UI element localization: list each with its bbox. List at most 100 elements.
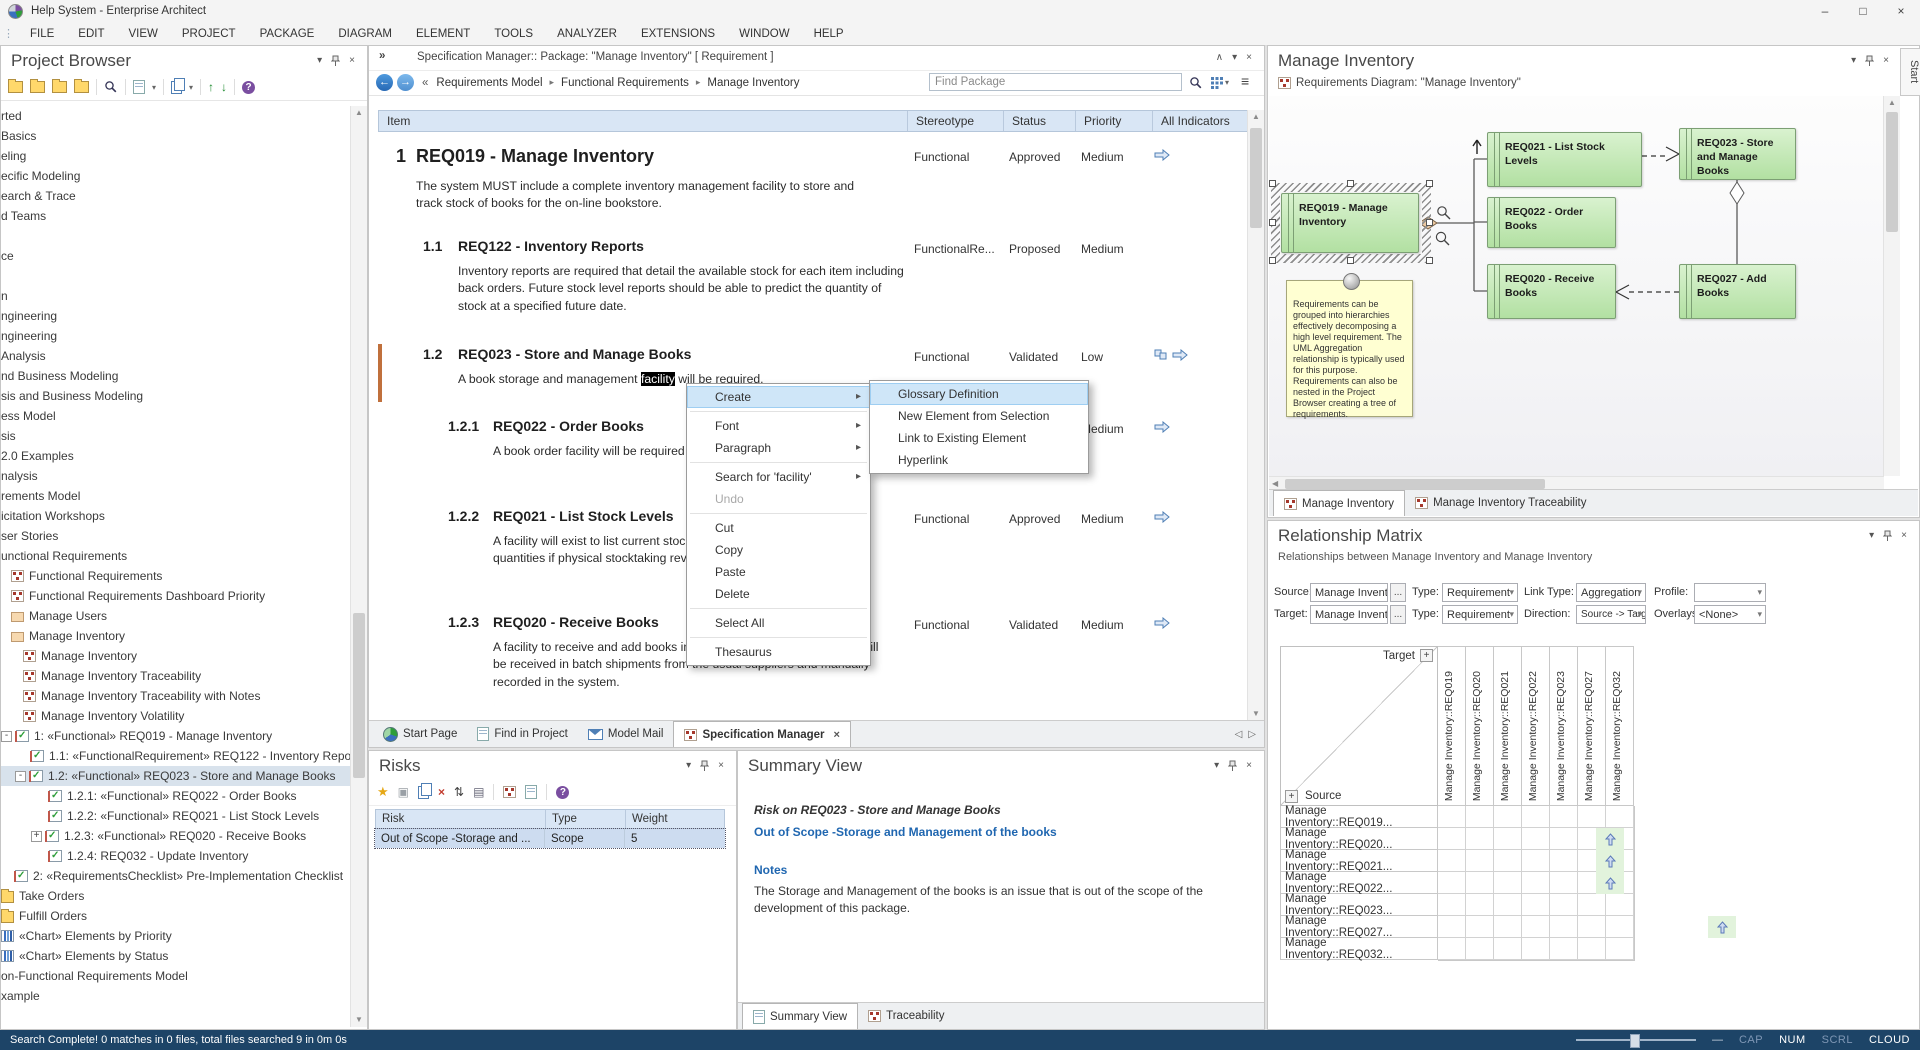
tab-close-icon[interactable]: ×	[834, 729, 840, 741]
new-risk-icon[interactable]: ★	[377, 784, 389, 800]
diagram-canvas[interactable]: REQ019 - Manage Inventory REQ021 - List S…	[1269, 96, 1888, 476]
spec-row[interactable]: 1 REQ019 - Manage Inventory The system M…	[378, 146, 1248, 246]
selection-handle[interactable]	[1347, 180, 1354, 187]
scroll-down-icon[interactable]: ▼	[351, 1013, 367, 1027]
view-options-caret-icon[interactable]: ▾	[1225, 78, 1229, 87]
panel-close-icon[interactable]: ×	[1901, 531, 1907, 541]
breadcrumb-root-icon[interactable]: «	[422, 77, 428, 89]
tree-item[interactable]: 1.2.1: «Functional» REQ022 - Order Books	[1, 786, 351, 806]
context-menu-item[interactable]	[687, 510, 870, 517]
context-menu-item[interactable]: Search for 'facility'	[687, 466, 870, 488]
tree-item[interactable]: rements Model	[1, 486, 351, 506]
tab-find-in-project[interactable]: Find in Project	[467, 721, 578, 747]
navigate-arrow-icon[interactable]	[1154, 149, 1170, 161]
requirement-box[interactable]: REQ019 - Manage Inventory	[1281, 193, 1419, 253]
tree-item[interactable]: ngineering	[1, 306, 351, 326]
spec-row-description[interactable]: Inventory reports are required that deta…	[458, 263, 913, 315]
context-menu-item[interactable]: Select All	[687, 612, 870, 634]
tree-item[interactable]	[1, 226, 351, 246]
matrix-column-header[interactable]: Manage Inventory::REQ032	[1606, 646, 1634, 806]
tree-item[interactable]: Functional Requirements	[1, 566, 351, 586]
overlays-select[interactable]: <None>	[1694, 605, 1766, 624]
tree-item[interactable]: nd Business Modeling	[1, 366, 351, 386]
tree-item[interactable]: Manage Inventory Traceability with Notes	[1, 686, 351, 706]
tree-item[interactable]: sis and Business Modeling	[1, 386, 351, 406]
source-browse-button[interactable]: ...	[1390, 583, 1406, 602]
scroll-up-icon[interactable]: ▲	[1248, 110, 1264, 124]
tree-expander[interactable]: +	[31, 831, 42, 842]
breadcrumb-item[interactable]: Requirements Model	[436, 77, 542, 89]
tree-item[interactable]: on-Functional Requirements Model	[1, 966, 351, 986]
breadcrumb-item[interactable]: Functional Requirements	[561, 77, 689, 89]
open-project-icon[interactable]	[30, 81, 45, 93]
nav-forward-button[interactable]: →	[397, 74, 414, 91]
context-menu-item[interactable]: Delete	[687, 583, 870, 605]
selection-handle[interactable]	[1347, 257, 1354, 264]
tab-specification-manager[interactable]: Specification Manager×	[673, 721, 851, 747]
type-column[interactable]: Type	[546, 810, 626, 828]
menu-item[interactable]: EXTENSIONS	[629, 28, 727, 40]
target-input[interactable]: Manage Inventory	[1310, 605, 1388, 624]
menu-item[interactable]: TOOLS	[482, 28, 545, 40]
spec-row-title[interactable]: REQ122 - Inventory Reports	[458, 238, 644, 254]
panel-close-icon[interactable]: ×	[1883, 56, 1889, 66]
tree-item[interactable]: 1.1: «FunctionalRequirement» REQ122 - In…	[1, 746, 351, 766]
requirement-box[interactable]: REQ020 - Receive Books	[1487, 264, 1616, 319]
tree-item[interactable]: Manage Inventory	[1, 626, 351, 646]
tabs-next-icon[interactable]: ▷	[1248, 729, 1256, 740]
scroll-up-icon[interactable]: ▲	[1884, 96, 1900, 110]
risk-row[interactable]: Out of Scope -Storage and ... Scope 5	[375, 829, 725, 848]
selection-handle[interactable]	[1269, 257, 1276, 264]
column-status[interactable]: Status	[1004, 111, 1076, 131]
requirement-box[interactable]: REQ021 - List Stock Levels	[1487, 132, 1642, 187]
spec-row-title[interactable]: REQ020 - Receive Books	[493, 614, 659, 630]
spec-row[interactable]: 1.1 REQ122 - Inventory Reports Inventory…	[378, 238, 1248, 338]
profile-select[interactable]	[1694, 583, 1766, 602]
menu-item[interactable]: EDIT	[66, 28, 116, 40]
context-menu-item[interactable]: Thesaurus	[687, 641, 870, 663]
matrix-column-header[interactable]: Manage Inventory::REQ019	[1438, 646, 1466, 806]
minimize-button[interactable]: –	[1806, 0, 1844, 22]
link-type-select[interactable]: Aggregation	[1576, 583, 1646, 602]
context-menu-item[interactable]	[687, 605, 870, 612]
tree-item[interactable]: Take Orders	[1, 886, 351, 906]
source-expand-button[interactable]: +	[1285, 790, 1298, 803]
tree-item[interactable]: Manage Inventory Volatility	[1, 706, 351, 726]
target-browse-button[interactable]: ...	[1390, 605, 1406, 624]
context-menu-item[interactable]	[687, 408, 870, 415]
tree-item[interactable]: Manage Inventory Traceability	[1, 666, 351, 686]
copy-icon[interactable]	[171, 81, 182, 94]
scroll-thumb[interactable]	[1285, 479, 1545, 489]
tree-item[interactable]: unctional Requirements	[1, 546, 351, 566]
requirement-box[interactable]: REQ023 - Store and Manage Books	[1679, 128, 1796, 180]
tab-model-mail[interactable]: Model Mail	[578, 721, 674, 747]
find-package-input[interactable]	[929, 73, 1182, 91]
context-menu-item[interactable]: Paragraph	[687, 437, 870, 459]
risk-column[interactable]: Risk	[376, 810, 546, 828]
panel-menu-icon[interactable]: ▾	[1869, 531, 1874, 541]
tree-item[interactable]: sis	[1, 426, 351, 446]
selection-handle[interactable]	[1426, 257, 1433, 264]
requirement-box[interactable]: REQ022 - Order Books	[1487, 197, 1616, 248]
spec-cell-status[interactable]: Validated	[1009, 618, 1058, 632]
tree-item[interactable]: xample	[1, 986, 351, 1006]
report-icon[interactable]	[525, 785, 537, 799]
spec-cell-priority[interactable]: Medium	[1081, 512, 1124, 526]
menu-item[interactable]: ANALYZER	[545, 28, 629, 40]
column-all-indicators[interactable]: All Indicators	[1153, 111, 1247, 131]
tab-summary-view[interactable]: Summary View	[742, 1003, 858, 1029]
spec-cell-stereotype[interactable]: Functional	[914, 512, 969, 526]
nav-back-button[interactable]: ←	[376, 74, 393, 91]
scroll-up-icon[interactable]: ▲	[351, 106, 367, 120]
menu-item[interactable]: PROJECT	[170, 28, 248, 40]
tree-item[interactable]: Manage Users	[1, 606, 351, 626]
matrix-row-label[interactable]: Manage Inventory::REQ020...	[1280, 828, 1438, 850]
delete-icon[interactable]: ×	[438, 785, 445, 799]
hamburger-icon[interactable]: ≡	[1241, 73, 1249, 89]
tree-item[interactable]: ser Stories	[1, 526, 351, 546]
print-icon[interactable]: ▤	[473, 785, 484, 799]
tree-item[interactable]: + 1.2.3: «Functional» REQ020 - Receive B…	[1, 826, 351, 846]
pin-icon[interactable]	[1228, 760, 1237, 772]
panel-menu-icon[interactable]: ▾	[1214, 761, 1219, 771]
context-menu-item[interactable]: Cut	[687, 517, 870, 539]
